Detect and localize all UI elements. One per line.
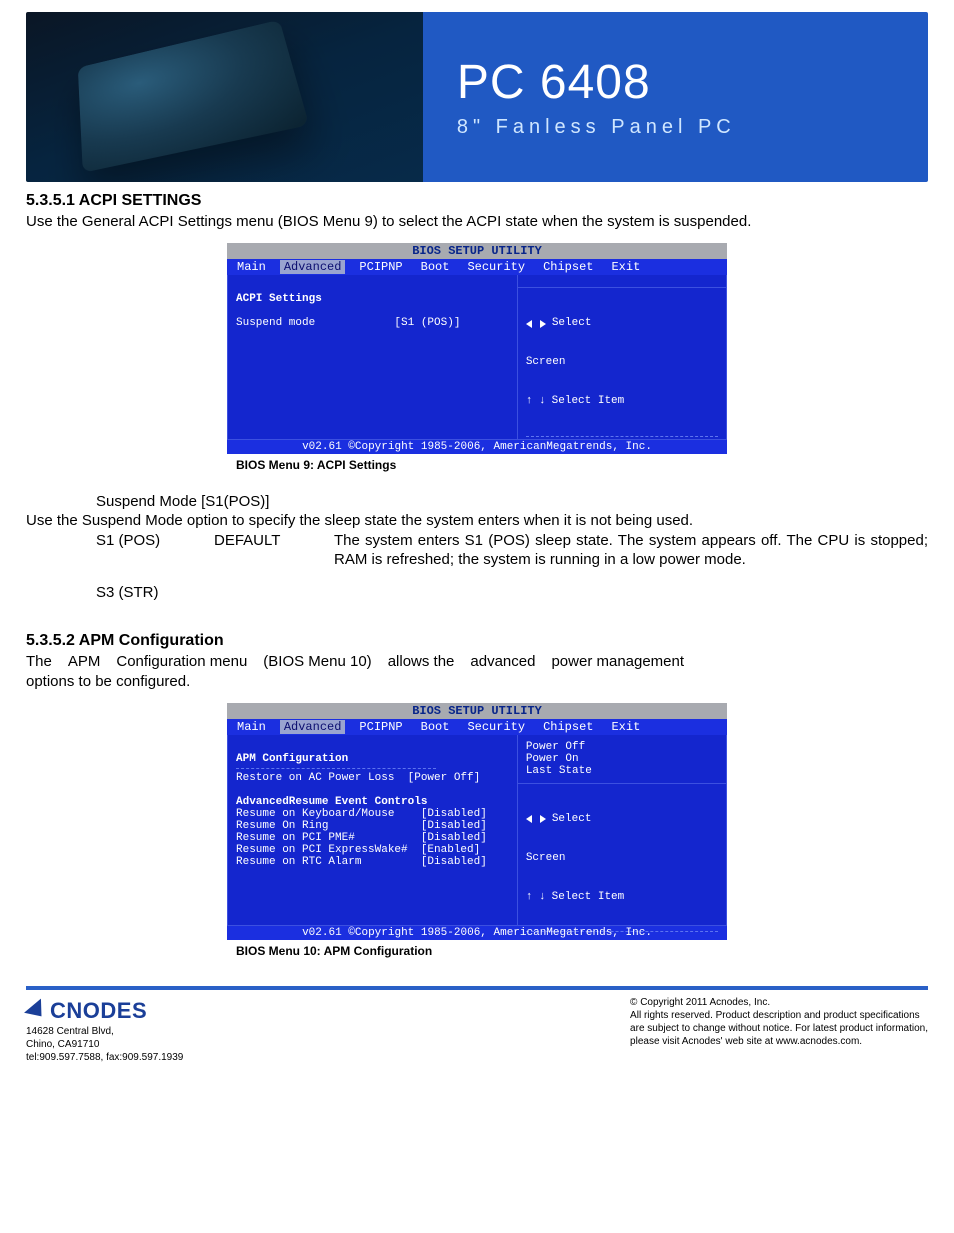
help2-select-item: Select Item [552, 890, 625, 905]
apm-w4: (BIOS Menu 10) [263, 652, 371, 672]
apm-w3: Configuration menu [116, 652, 247, 672]
section-heading-acpi: 5.3.5.1 ACPI SETTINGS [26, 192, 928, 210]
suspend-table: S1 (POS) DEFAULT The system enters S1 (P… [96, 531, 928, 603]
bios-screenshot-apm: BIOS SETUP UTILITY Main Advanced PCIPNP … [227, 703, 727, 940]
help2-f1: F1 GeneralHelp [526, 998, 638, 1013]
menu2-main: Main [233, 720, 270, 734]
bios-help-bottom: Select Screen ↑ ↓ Select Item Enter Go to… [518, 288, 726, 625]
apm-row-1: Resume On Ring [Disabled] [236, 820, 487, 832]
menu2-advanced: Advanced [280, 720, 346, 734]
suspend-mode-label: Suspend Mode [S1(POS)] [96, 492, 928, 511]
menu-main: Main [233, 260, 270, 274]
footer-address-2: Chino, CA91710 [26, 1038, 183, 1051]
bios2-title: BIOS SETUP UTILITY [227, 703, 727, 719]
bios2-menubar: Main Advanced PCIPNP Boot Security Chips… [227, 719, 727, 735]
s1-default: DEFAULT [214, 531, 334, 569]
apm-config-title: APM Configuration [236, 753, 348, 765]
footer-divider [26, 986, 928, 990]
product-banner: PC 6408 8" Fanless Panel PC [26, 12, 928, 182]
product-title: PC 6408 [457, 55, 928, 110]
bios-menubar: Main Advanced PCIPNP Boot Security Chips… [227, 259, 727, 275]
apm-row-2: Resume on PCI PME# [Disabled] [236, 832, 487, 844]
bios2-help-top: Power Off Power On Last State [518, 735, 726, 784]
footer-address-3: tel:909.597.7588, fax:909.597.1939 [26, 1051, 183, 1064]
footer-copy-3: are subject to change without notice. Fo… [630, 1022, 928, 1035]
pcb-illustration [78, 20, 309, 173]
help2-screen: Screen [526, 851, 566, 866]
help2-enter: Enter Go to SubScreen [526, 959, 665, 974]
bios2-right-pane: Power Off Power On Last State Select Scr… [517, 735, 726, 925]
menu-exit: Exit [607, 260, 644, 274]
apm-w1: The [26, 652, 52, 672]
menu-chipset: Chipset [539, 260, 597, 274]
apm-w2: APM [68, 652, 101, 672]
bios-help-top [518, 275, 726, 288]
menu-boot: Boot [417, 260, 454, 274]
apm-advanced-resume: AdvancedResume Event Controls [236, 796, 427, 808]
apm-w5: allows the [388, 652, 455, 672]
menu-advanced: Advanced [280, 260, 346, 274]
page: PC 6408 8" Fanless Panel PC 5.3.5.1 ACPI… [0, 0, 954, 1088]
apm-row-0: Resume on Keyboard/Mouse [Disabled] [236, 808, 487, 820]
arrows-ud-icon: ↑ ↓ [526, 394, 546, 409]
apm-intro-line2: options to be configured. [26, 672, 928, 691]
footer-copy-1: © Copyright 2011 Acnodes, Inc. [630, 996, 928, 1009]
s1-label: S1 (POS) [96, 531, 214, 569]
apm-w7: power management [551, 652, 684, 672]
logo-text: CNODES [50, 997, 147, 1026]
help-select-item: Select Item [552, 394, 625, 409]
opt-poweroff: Power Off [526, 741, 585, 753]
apm-intro-line1: The APM Configuration menu (BIOS Menu 10… [26, 652, 928, 672]
footer-copy-4: please visit Acnodes' web site at www.ac… [630, 1035, 928, 1048]
bios2-body: APM Configuration Restore on AC Power Lo… [227, 735, 727, 926]
product-subtitle: 8" Fanless Panel PC [457, 116, 928, 139]
help-select: Select [552, 316, 592, 331]
bios-title: BIOS SETUP UTILITY [227, 243, 727, 259]
apm-row-3: Resume on PCI ExpressWake# [Enabled] [236, 844, 480, 856]
footer-address-1: 14628 Central Blvd, [26, 1025, 183, 1038]
opt-poweron: Power On [526, 753, 579, 765]
apm-row-4: Resume on RTC Alarm [Disabled] [236, 856, 487, 868]
opt-laststate: Last State [526, 765, 592, 777]
apm-w6: advanced [470, 652, 535, 672]
help2-esc: ESC Exit [526, 1076, 592, 1091]
arrows-lr-icon [526, 319, 546, 329]
menu2-security: Security [463, 720, 529, 734]
menu2-chipset: Chipset [539, 720, 597, 734]
apm-dash [236, 768, 436, 769]
footer-left: CNODES 14628 Central Blvd, Chino, CA9171… [26, 996, 183, 1065]
acpi-settings-title: ACPI Settings [236, 293, 322, 305]
banner-illustration [26, 12, 423, 182]
acnodes-logo: CNODES [26, 996, 183, 1026]
bios-right-pane: Select Screen ↑ ↓Select Item Enter Go to… [517, 275, 726, 439]
s1-desc: The system enters S1 (POS) sleep state. … [334, 531, 928, 569]
arrows2-ud-icon: ↑ ↓ [526, 890, 546, 905]
help-enter: Enter Go to SubScreen [526, 464, 665, 479]
acpi-suspend-row: Suspend mode [S1 (POS)] [236, 317, 460, 329]
menu2-pcipnp: PCIPNP [355, 720, 406, 734]
apm-restore-row: Restore on AC Power Loss [Power Off] [236, 772, 480, 784]
footer-copy-2: All rights reserved. Product description… [630, 1009, 928, 1022]
bios-screenshot-acpi: BIOS SETUP UTILITY Main Advanced PCIPNP … [227, 243, 727, 454]
bios-body: ACPI Settings Suspend mode [S1 (POS)] Se… [227, 275, 727, 440]
s3-label: S3 (STR) [96, 583, 214, 602]
menu-pcipnp: PCIPNP [355, 260, 406, 274]
bios2-left-pane: APM Configuration Restore on AC Power Lo… [228, 735, 517, 925]
suspend-mode-desc: Use the Suspend Mode option to specify t… [26, 511, 928, 530]
bios-left-pane: ACPI Settings Suspend mode [S1 (POS)] [228, 275, 517, 439]
footer-right: © Copyright 2011 Acnodes, Inc. All right… [630, 996, 928, 1048]
menu2-boot: Boot [417, 720, 454, 734]
banner-text: PC 6408 8" Fanless Panel PC [423, 12, 928, 182]
page-footer: CNODES 14628 Central Blvd, Chino, CA9171… [26, 996, 928, 1065]
section-heading-apm: 5.3.5.2 APM Configuration [26, 632, 928, 650]
divider [526, 436, 718, 437]
help2-select: Select [552, 812, 592, 827]
logo-check-icon [26, 996, 48, 1018]
help-screen: Screen [526, 355, 566, 370]
arrows2-lr-icon [526, 814, 546, 824]
menu2-exit: Exit [607, 720, 644, 734]
acpi-intro: Use the General ACPI Settings menu (BIOS… [26, 212, 928, 231]
menu-security: Security [463, 260, 529, 274]
bios2-help-bottom: Select Screen ↑ ↓ Select Item Enter Go to… [518, 784, 726, 1121]
